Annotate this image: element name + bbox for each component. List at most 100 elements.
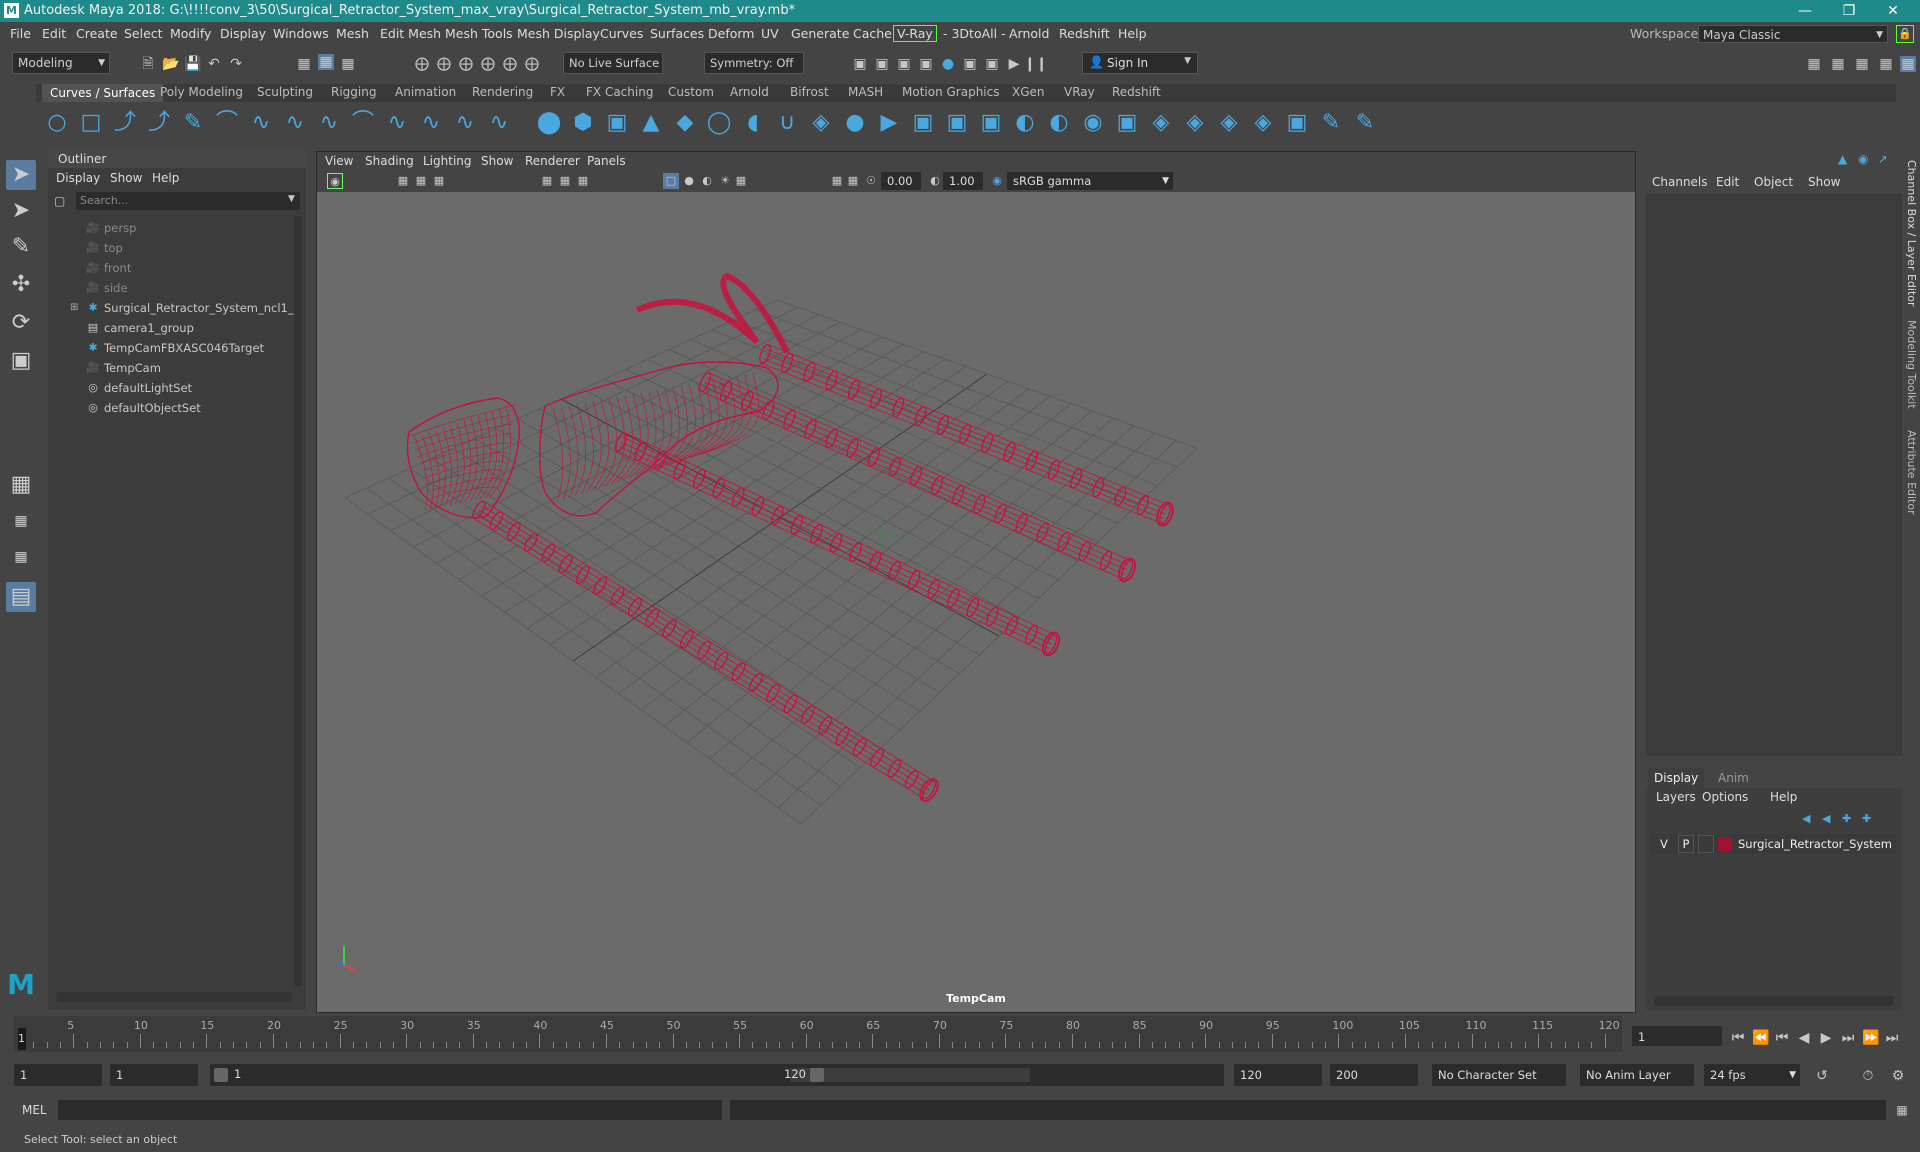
layer-hscrollbar[interactable] — [1654, 996, 1894, 1006]
extrude-icon[interactable]: ● — [842, 110, 868, 136]
shelf-tab-vray[interactable]: VRay — [1064, 85, 1095, 99]
nurbs-cone-icon[interactable]: ▲ — [638, 110, 664, 136]
viewport-menu-view[interactable]: View — [325, 154, 353, 168]
channel-options-icon[interactable]: ◉ — [1858, 152, 1868, 166]
range-slider[interactable]: 1 120 — [210, 1064, 1224, 1086]
surface-editing-icon[interactable]: ✎ — [1318, 110, 1344, 136]
close-button[interactable]: ✕ — [1871, 0, 1915, 22]
untrim-icon[interactable]: ◈ — [1148, 110, 1174, 136]
x-ray-icon[interactable]: ▦ — [733, 173, 749, 189]
step-forward-key-icon[interactable]: ⏭ — [1840, 1030, 1856, 1046]
layers-menu-options[interactable]: Options — [1702, 790, 1748, 804]
boundary-icon[interactable]: ▣ — [910, 110, 936, 136]
bezier-curve-icon[interactable]: ∿ — [418, 110, 444, 136]
layers-menu-layers[interactable]: Layers — [1656, 790, 1696, 804]
shelf-tab-mash[interactable]: MASH — [848, 85, 883, 99]
image-plane-icon[interactable]: ▦ — [431, 173, 447, 189]
anim-layer-dropdown[interactable]: No Anim Layer — [1580, 1064, 1694, 1086]
menu-generate[interactable]: Generate — [791, 26, 849, 41]
shelf-tab-rigging[interactable]: Rigging — [331, 85, 376, 99]
move-tool-icon[interactable]: ✣ — [6, 270, 36, 300]
trim-tool-icon[interactable]: ▣ — [1114, 110, 1140, 136]
render-frame-icon[interactable]: ▣ — [874, 56, 890, 72]
move-layer-down-icon[interactable]: ◀ — [1822, 812, 1830, 825]
tool-settings-icon[interactable]: ▦ — [1854, 56, 1870, 72]
scale-tool-icon[interactable]: ▣ — [6, 346, 36, 376]
channel-toggle-icon[interactable]: ▲ — [1838, 152, 1847, 166]
hypershade-icon[interactable]: ● — [940, 56, 956, 72]
layer-playback-toggle[interactable]: P — [1678, 835, 1694, 853]
ep-curve-icon[interactable]: ⤴ — [146, 110, 172, 136]
vray-render-icon[interactable]: ▣ — [984, 56, 1000, 72]
exposure-field[interactable]: 0.00 — [881, 172, 921, 190]
shelf-tab-redshift[interactable]: Redshift — [1112, 85, 1161, 99]
channels-menu-channels[interactable]: Channels — [1652, 175, 1708, 189]
outliner-layout-icon[interactable]: ▤ — [6, 582, 36, 612]
birail-icon[interactable]: ▶ — [876, 110, 902, 136]
channels-menu-edit[interactable]: Edit — [1716, 175, 1739, 189]
planar-icon[interactable]: ◈ — [808, 110, 834, 136]
menu-file[interactable]: File — [10, 26, 31, 41]
shelf-tab-xgen[interactable]: XGen — [1012, 85, 1045, 99]
character-set-dropdown[interactable]: No Character Set — [1432, 1064, 1566, 1086]
attach-curve-icon[interactable]: ∿ — [282, 110, 308, 136]
menu-vray[interactable]: V-Ray — [893, 25, 937, 42]
snap-together-icon[interactable]: ⨁ — [524, 56, 540, 72]
xray-joints-icon[interactable]: ▦ — [845, 173, 861, 189]
select-component-icon[interactable]: ▦ — [340, 56, 356, 72]
shelf-tab-curves-surfaces[interactable]: Curves / Surfaces — [42, 84, 164, 102]
outliner-item[interactable]: 🎥 side — [48, 278, 288, 298]
outliner-item[interactable]: ▤ camera1_group — [48, 318, 288, 338]
auto-key-icon[interactable]: ⏱ — [1860, 1068, 1876, 1084]
menu-arnold[interactable]: Arnold — [1009, 26, 1049, 41]
shelf-tab-poly-modeling[interactable]: Poly Modeling — [160, 85, 243, 99]
live-surface-field[interactable]: No Live Surface — [563, 52, 663, 74]
menu-mesh[interactable]: Mesh — [336, 26, 369, 41]
shelf-tab-motion-graphics[interactable]: Motion Graphics — [902, 85, 1000, 99]
vray-ipr-icon[interactable]: ▶ — [1006, 56, 1022, 72]
shelf-tab-custom[interactable]: Custom — [668, 85, 714, 99]
rebuild-curve-icon[interactable]: ⌒ — [350, 110, 376, 136]
offset-curve-icon[interactable]: ∿ — [384, 110, 410, 136]
lasso-tool-icon[interactable]: ➤ — [6, 196, 36, 226]
tab-modeling-toolkit[interactable]: Modeling Toolkit — [1905, 320, 1918, 409]
stitch-icon[interactable]: ◐ — [1046, 110, 1072, 136]
outliner-item[interactable]: ⊞ ✱ Surgical_Retractor_System_ncl1_1 — [48, 298, 301, 318]
layer-editor-icon[interactable]: ▦ — [1900, 56, 1916, 72]
scene-canvas[interactable] — [317, 192, 1635, 986]
new-layer-selected-icon[interactable]: ✚ — [1862, 812, 1871, 825]
time-slider[interactable]: 5 10 15 20 25 30 35 40 45 50 55 60 65 70 75 80 85 90 95 100… — [0, 1016, 1920, 1056]
workspace-dropdown[interactable]: Maya Classic ▼ — [1698, 25, 1888, 43]
detach-curve-icon[interactable]: ∿ — [316, 110, 342, 136]
menu-curves[interactable]: Curves — [600, 26, 643, 41]
menu-edit[interactable]: Edit — [42, 26, 66, 41]
step-forward-icon[interactable]: ⏩ — [1862, 1030, 1879, 1046]
step-back-icon[interactable]: ⏪ — [1752, 1030, 1769, 1046]
shelf-tab-fx-caching[interactable]: FX Caching — [586, 85, 653, 99]
lights-icon[interactable]: ☀ — [717, 173, 733, 189]
tab-attribute-editor[interactable]: Attribute Editor — [1905, 430, 1918, 515]
four-pane-layout-icon[interactable]: ▦ — [6, 506, 36, 536]
nurbs-cube-icon[interactable]: ⬢ — [570, 110, 596, 136]
new-layer-icon[interactable]: ✚ — [1842, 812, 1851, 825]
menu-surfaces[interactable]: Surfaces — [650, 26, 704, 41]
redo-icon[interactable]: ↷ — [228, 56, 244, 72]
layer-color-swatch[interactable] — [1718, 837, 1732, 851]
sculpt-geometry-icon[interactable]: ◈ — [1250, 110, 1276, 136]
play-backward-icon[interactable]: ◀ — [1796, 1030, 1812, 1046]
lock-icon[interactable]: 🔒 — [1896, 25, 1914, 43]
menu-uv[interactable]: UV — [761, 26, 779, 41]
snap-surface-icon[interactable]: ⨁ — [502, 56, 518, 72]
playback-start-field[interactable]: 1 — [110, 1064, 198, 1086]
menu-3dtoall[interactable]: - 3DtoAll - — [943, 26, 1006, 41]
chevron-down-icon[interactable]: ▼ — [288, 194, 295, 204]
symmetry-dropdown[interactable]: Symmetry: Off — [704, 52, 804, 74]
new-scene-icon[interactable]: 🗎 — [140, 56, 156, 72]
square-surface-icon[interactable]: ▣ — [944, 110, 970, 136]
shelf-tab-rendering[interactable]: Rendering — [472, 85, 533, 99]
outliner-item[interactable]: ◎ defaultLightSet — [48, 378, 288, 398]
script-editor-icon[interactable]: ▦ — [1894, 1102, 1910, 1118]
vray-fb-icon[interactable]: ▣ — [962, 56, 978, 72]
outliner-item[interactable]: 🎥 front — [48, 258, 288, 278]
rotate-tool-icon[interactable]: ⟳ — [6, 308, 36, 338]
